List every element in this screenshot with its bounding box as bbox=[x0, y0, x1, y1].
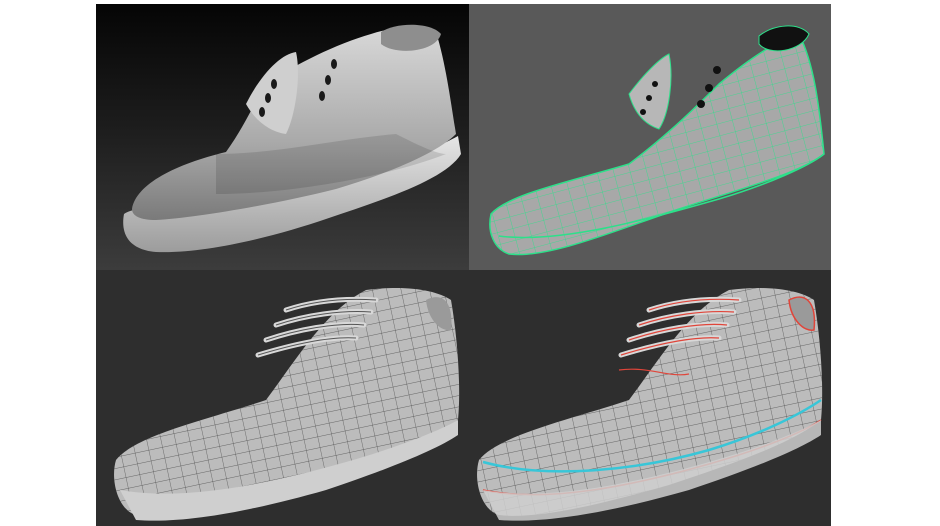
shoe-seams-image bbox=[477, 288, 823, 521]
shoe-wireframe-image bbox=[489, 25, 825, 256]
wireframe-retopo-panel bbox=[469, 4, 831, 270]
shoe-lowpoly-image bbox=[114, 288, 460, 521]
shoe-sculpt-image bbox=[123, 24, 461, 253]
uv-seams-panel bbox=[469, 270, 831, 526]
lowpoly-laces-panel bbox=[96, 270, 469, 526]
sculpt-render-panel bbox=[96, 4, 469, 270]
